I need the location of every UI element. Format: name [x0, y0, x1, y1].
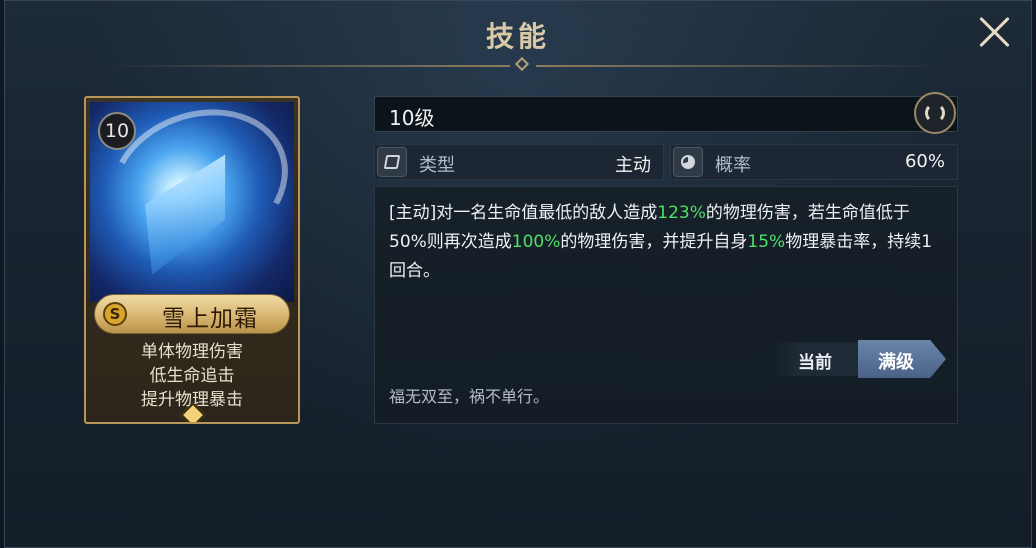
type-label: 类型 [419, 155, 455, 176]
title-ornament [514, 56, 530, 72]
layers-icon [377, 147, 407, 177]
pie-chart-icon [673, 147, 703, 177]
skill-name-plate: S 雪上加霜 [94, 294, 290, 334]
tab-current-label: 当前 [798, 353, 832, 373]
level-badge: 10 [98, 112, 136, 150]
desc-value-highlight: 123% [657, 203, 706, 223]
refresh-arc [925, 103, 945, 123]
flavor-text: 福无双至，祸不单行。 [389, 387, 550, 406]
desc-part: 的物理伤害，并提升自身 [560, 232, 748, 252]
skill-level: 10级 [389, 106, 435, 130]
tab-max-level[interactable]: 满级 [858, 340, 946, 378]
description-box: [主动]对一名生命值最低的敌人造成123%的物理伤害，若生命值低于50%则再次造… [374, 186, 958, 424]
desc-value-highlight: 100% [511, 232, 561, 252]
desc-value-highlight: 15% [747, 232, 786, 252]
probability-label: 概率 [715, 155, 751, 176]
skill-description: [主动]对一名生命值最低的敌人造成123%的物理伤害，若生命值低于50%则再次造… [389, 199, 947, 286]
grade-s-icon: S [103, 302, 127, 326]
close-icon[interactable] [976, 14, 1012, 50]
title-divider-left [105, 65, 510, 67]
probability-row: 概率 60% [670, 144, 958, 180]
panel-title: 技能 [485, 20, 550, 53]
skill-card: 10 S 雪上加霜 单体物理伤害 低生命追击 提升物理暴击 [84, 96, 300, 424]
refresh-icon[interactable] [914, 92, 956, 134]
skill-name: 雪上加霜 [162, 306, 258, 332]
tab-current[interactable]: 当前 [772, 342, 858, 376]
desc-part: [主动]对一名生命值最低的敌人造成 [389, 203, 658, 223]
title-divider-right [536, 65, 941, 67]
probability-value: 60% [904, 151, 945, 172]
level-bar: 10级 [374, 96, 958, 132]
skill-tag: 单体物理伤害 [141, 342, 243, 362]
skill-tag: 低生命追击 [149, 366, 235, 386]
type-row: 类型 主动 [374, 144, 664, 180]
tab-max-label: 满级 [878, 352, 914, 373]
type-value: 主动 [615, 155, 651, 176]
skill-tags: 单体物理伤害 低生命追击 提升物理暴击 [86, 340, 298, 412]
skill-art: 10 [89, 98, 298, 302]
